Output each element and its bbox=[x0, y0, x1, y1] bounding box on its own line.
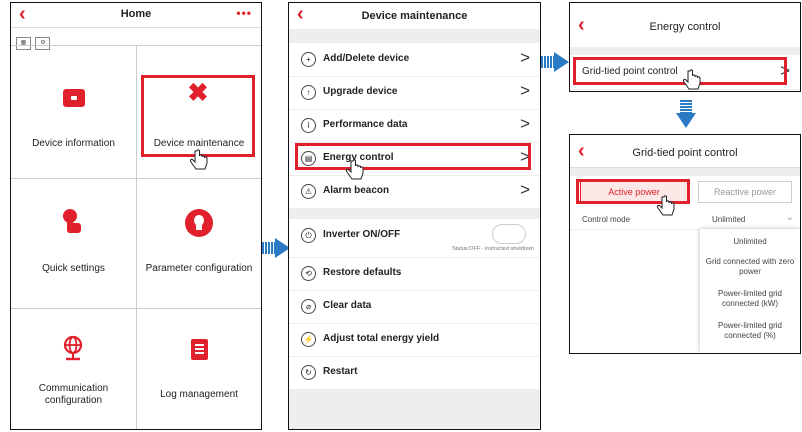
menu-item-adjust-total-energy-yield[interactable]: ⚡ Adjust total energy yield bbox=[289, 323, 540, 357]
power-icon: ⏻ bbox=[301, 228, 316, 243]
pointer-hand-icon bbox=[682, 69, 701, 90]
dropdown-option[interactable]: Grid connected with zero power bbox=[704, 257, 796, 277]
highlight-box bbox=[295, 143, 531, 170]
parameter-configuration-tile[interactable]: Parameter configuration bbox=[137, 179, 261, 308]
menu-item-label: Performance data bbox=[323, 119, 408, 130]
log-icon bbox=[191, 339, 208, 360]
home-screen: ‹ Home ••• ▦ ⚙ Device information ✖ Devi… bbox=[10, 2, 262, 430]
tile-label: Quick settings bbox=[42, 263, 105, 274]
communication-configuration-tile[interactable]: Communication configuration bbox=[11, 309, 136, 429]
tile-label: Communication configuration bbox=[38, 383, 109, 406]
inverter-toggle[interactable] bbox=[492, 224, 526, 244]
menu-item-label: Restart bbox=[323, 366, 358, 377]
section-gap bbox=[570, 168, 800, 176]
chevron-right-icon: > bbox=[520, 114, 530, 133]
chevron-right-icon: > bbox=[520, 81, 530, 100]
page-title: Home bbox=[120, 8, 152, 20]
menu-item-label: Upgrade device bbox=[323, 86, 398, 97]
tab-label: Reactive power bbox=[713, 187, 777, 197]
tile-label: Device information bbox=[32, 138, 115, 149]
dm-header: ‹ Device maintenance bbox=[289, 3, 540, 30]
menu-item-label: Add/Delete device bbox=[323, 53, 410, 64]
dropdown-option[interactable]: Power-limited grid connected (%) bbox=[704, 321, 796, 341]
flow-arrow-icon bbox=[262, 238, 290, 258]
menu-item-label: Alarm beacon bbox=[323, 185, 390, 196]
grid-tied-point-control-screen: ‹ Grid-tied point control Active power R… bbox=[569, 134, 801, 354]
page-title: Energy control bbox=[649, 21, 721, 33]
bottom-blank bbox=[289, 390, 540, 429]
control-mode-label: Control mode bbox=[582, 215, 631, 224]
device-maintenance-screen: ‹ Device maintenance + Add/Delete device… bbox=[288, 2, 541, 430]
menu-item-label: Clear data bbox=[323, 300, 372, 311]
section-gap bbox=[289, 209, 540, 219]
menu-item-upgrade-device[interactable]: ↑ Upgrade device > bbox=[289, 76, 540, 110]
gtp-header: ‹ Grid-tied point control bbox=[570, 135, 800, 168]
more-icon[interactable]: ••• bbox=[236, 6, 252, 20]
menu-item-clear-data[interactable]: ⌀ Clear data bbox=[289, 290, 540, 324]
log-management-tile[interactable]: Log management bbox=[137, 309, 261, 429]
performance-icon: ⌇ bbox=[301, 118, 316, 133]
section-gap bbox=[570, 47, 800, 55]
plus-icon: + bbox=[301, 52, 316, 67]
control-mode-row: Control mode Unlimited ⌄ bbox=[570, 209, 800, 230]
clear-data-icon: ⌀ bbox=[301, 299, 316, 314]
chevron-right-icon: > bbox=[520, 48, 530, 67]
tab-reactive-power[interactable]: Reactive power bbox=[698, 181, 792, 203]
chevron-right-icon: > bbox=[520, 180, 530, 199]
flow-arrow-icon bbox=[541, 52, 569, 72]
menu-item-restore-defaults[interactable]: ⟲ Restore defaults bbox=[289, 257, 540, 291]
menu-item-add-delete-device[interactable]: + Add/Delete device > bbox=[289, 43, 540, 77]
control-mode-select[interactable]: Unlimited bbox=[712, 215, 745, 224]
energy-yield-icon: ⚡ bbox=[301, 332, 316, 347]
menu-item-restart[interactable]: ↻ Restart bbox=[289, 356, 540, 390]
menu-item-performance-data[interactable]: ⌇ Performance data > bbox=[289, 109, 540, 143]
upgrade-icon: ↑ bbox=[301, 85, 316, 100]
alarm-icon: ⚠ bbox=[301, 184, 316, 199]
pointer-hand-icon bbox=[189, 149, 208, 170]
menu-item-label: Restore defaults bbox=[323, 267, 402, 278]
dropdown-option[interactable]: Unlimited bbox=[700, 237, 800, 246]
section-gap bbox=[289, 29, 540, 43]
restore-icon: ⟲ bbox=[301, 266, 316, 281]
quick-settings-tile[interactable]: Quick settings bbox=[11, 179, 136, 308]
home-header: ‹ Home ••• bbox=[11, 3, 261, 28]
device-info-icon bbox=[63, 89, 85, 107]
chevron-down-icon: ⌄ bbox=[785, 212, 794, 223]
globe-icon bbox=[63, 335, 83, 361]
page-title: Grid-tied point control bbox=[632, 147, 738, 159]
highlight-box bbox=[141, 75, 255, 157]
ec-header: ‹ Energy control bbox=[570, 3, 800, 47]
inverter-status: Status:OFF - instructed shutdown bbox=[452, 246, 534, 252]
menu-item-label: Inverter ON/OFF bbox=[323, 229, 401, 240]
control-mode-dropdown: Unlimited Grid connected with zero power… bbox=[700, 229, 800, 353]
tile-label: Parameter configuration bbox=[145, 263, 253, 274]
restart-icon: ↻ bbox=[301, 365, 316, 380]
highlight-box bbox=[573, 57, 787, 85]
dropdown-option[interactable]: Power-limited grid connected (kW) bbox=[704, 289, 796, 309]
bulb-gear-icon bbox=[185, 209, 213, 237]
menu-item-inverter-on-off[interactable]: ⏻ Inverter ON/OFF Status:OFF - instructe… bbox=[289, 219, 540, 258]
menu-item-label: Adjust total energy yield bbox=[323, 333, 440, 344]
tap-icon bbox=[61, 209, 81, 233]
energy-control-screen: ‹ Energy control Grid-tied point control… bbox=[569, 2, 801, 92]
page-title: Device maintenance bbox=[361, 10, 468, 22]
tile-label: Log management bbox=[160, 389, 238, 400]
flow-arrow-down-icon bbox=[676, 100, 696, 128]
menu-item-alarm-beacon[interactable]: ⚠ Alarm beacon > bbox=[289, 175, 540, 209]
device-information-tile[interactable]: Device information bbox=[11, 46, 136, 178]
